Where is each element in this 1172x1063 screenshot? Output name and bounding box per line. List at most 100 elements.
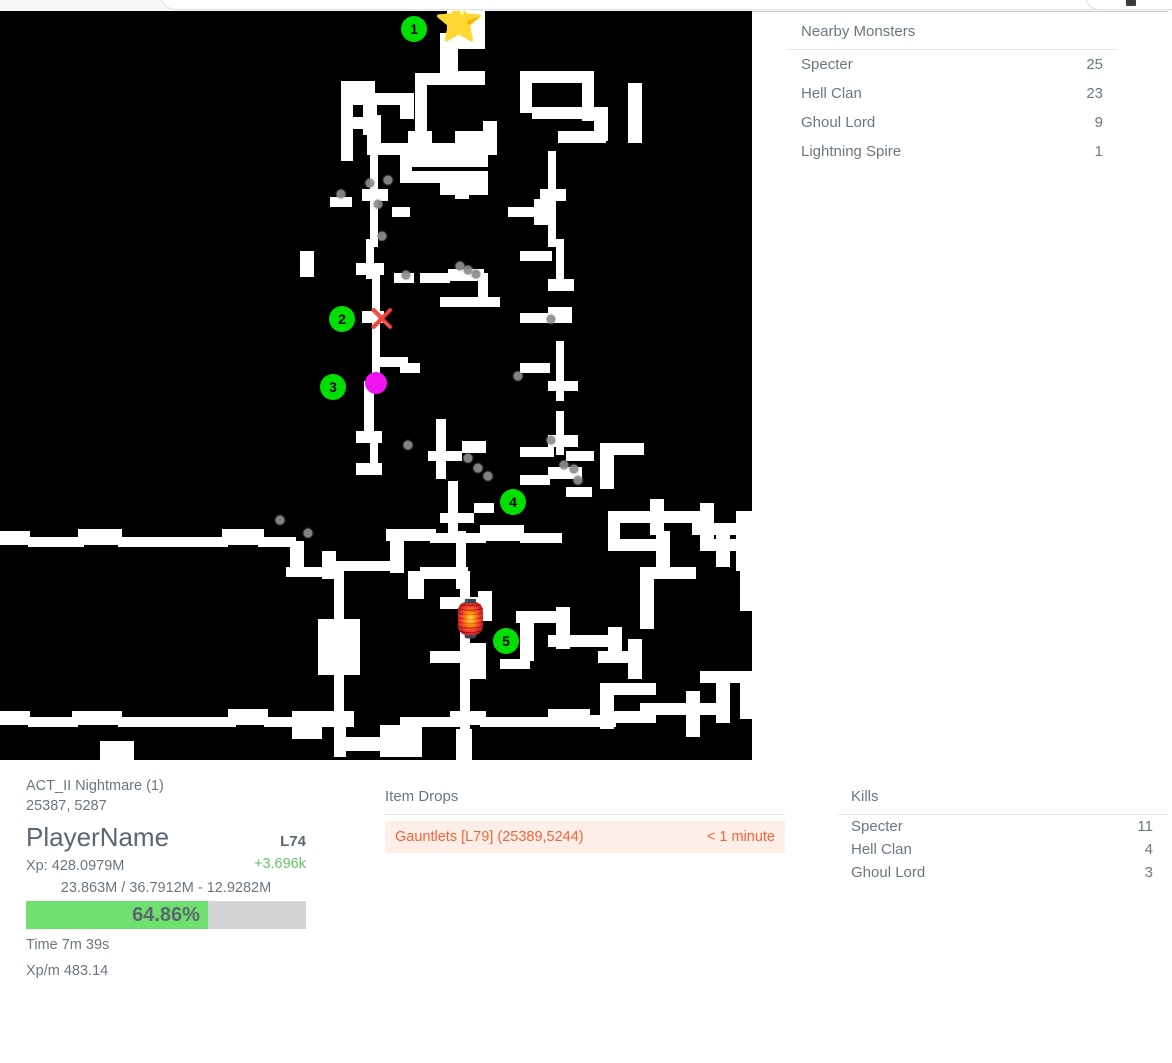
player-level: L74 xyxy=(280,833,306,850)
nearby-monsters-title: Nearby Monsters xyxy=(787,11,1117,50)
chest-icon[interactable]: 🏮 xyxy=(448,601,493,637)
map-wall-segment xyxy=(0,711,30,725)
monster-name: Ghoul Lord xyxy=(801,114,876,131)
player-coordinates: 25387, 5287 xyxy=(26,798,107,814)
monster-marker-icon: ⚫ xyxy=(272,511,288,532)
map-wall-segment xyxy=(440,71,485,85)
map-wall-segment xyxy=(341,81,353,117)
map-wall-segment xyxy=(78,529,122,545)
map-wall-segment xyxy=(392,207,410,217)
map-wall-segment xyxy=(440,183,488,195)
xp-detail: 23.863M / 36.7912M - 12.9282M xyxy=(60,880,272,896)
map-wall-segment xyxy=(532,107,596,119)
kill-monster-name: Specter xyxy=(851,818,903,835)
map-wall-segment xyxy=(318,619,360,675)
kill-monster-name: Hell Clan xyxy=(851,841,912,858)
monster-marker-icon: ⚫ xyxy=(570,471,586,492)
xp-total: Xp: 428.0979M xyxy=(26,858,125,874)
nearby-monster-row: Hell Clan 23 xyxy=(787,79,1117,108)
automap-canvas[interactable]: ⚫ ⚫ ⚫ ⚫ ⚫ ⚫ ⚫ ⚫ ⚫ ⚫ ⚫ ⚫ ⚫ ⚫ ⚫ ⚫ ⚫ ⚫ ⚫ ⚫ ⚫ ⭐ ❌ 🏮 1 2 3 4 5 xyxy=(0,11,752,760)
nearby-monster-row: Ghoul Lord 9 xyxy=(787,108,1117,137)
map-wall-segment xyxy=(558,131,606,143)
monster-marker-icon: ⚫ xyxy=(480,467,496,488)
map-wall-segment xyxy=(556,715,616,727)
map-wall-segment xyxy=(628,83,642,143)
item-drops-list: Gauntlets [L79] (25389,5244) < 1 minute xyxy=(385,821,785,853)
map-wall-segment xyxy=(292,711,322,739)
map-wall-segment xyxy=(548,279,574,291)
map-marker-4[interactable]: 4 xyxy=(500,489,526,515)
map-wall-segment xyxy=(400,93,414,119)
map-wall-segment xyxy=(440,143,484,155)
map-wall-segment xyxy=(28,717,78,727)
map-wall-segment xyxy=(440,297,500,307)
monster-count: 25 xyxy=(1086,56,1103,73)
map-wall-segment xyxy=(483,121,497,155)
kills-title: Kills xyxy=(837,776,1167,815)
nearby-monster-row: Specter 25 xyxy=(787,50,1117,79)
xp-gain: +3.696k xyxy=(253,856,306,872)
map-wall-segment xyxy=(700,539,740,551)
monster-marker-icon: ⚫ xyxy=(300,524,316,545)
monster-marker-icon: ⚫ xyxy=(370,195,386,216)
map-wall-segment xyxy=(520,475,550,485)
map-wall-segment xyxy=(520,251,552,261)
map-wall-segment xyxy=(608,539,664,551)
map-wall-segment xyxy=(428,451,462,461)
map-wall-segment xyxy=(0,531,30,545)
kill-row: Specter 11 xyxy=(837,815,1167,838)
browser-toolbar-icon xyxy=(1126,0,1136,6)
kill-monster-name: Ghoul Lord xyxy=(851,864,926,881)
map-wall-segment xyxy=(600,451,614,489)
waypoint-icon[interactable]: ⭐ xyxy=(434,11,484,42)
town-portal-icon[interactable] xyxy=(365,372,387,394)
nearby-monsters-list: Specter 25 Hell Clan 23 Ghoul Lord 9 Lightning… xyxy=(787,50,1117,166)
monster-name: Hell Clan xyxy=(801,85,862,102)
map-wall-segment xyxy=(548,381,578,391)
map-wall-segment xyxy=(400,155,412,183)
map-wall-segment xyxy=(640,567,696,579)
map-wall-segment xyxy=(118,537,228,547)
map-wall-segment xyxy=(474,503,494,513)
map-wall-segment xyxy=(520,533,562,543)
item-drop-row[interactable]: Gauntlets [L79] (25389,5244) < 1 minute xyxy=(385,821,785,853)
map-wall-segment xyxy=(480,717,556,727)
browser-address-bar[interactable] xyxy=(160,0,1172,10)
map-marker-2[interactable]: 2 xyxy=(329,306,355,332)
monster-marker-icon: ⚫ xyxy=(333,185,349,206)
nearby-monster-row: Lightning Spire 1 xyxy=(787,137,1117,166)
player-stats-panel: ACT_II Nightmare (1) 25387, 5287 PlayerN… xyxy=(0,776,396,981)
map-wall-segment xyxy=(228,709,268,725)
area-name: ACT_II Nightmare (1) xyxy=(26,778,164,794)
map-wall-segment xyxy=(400,155,488,167)
player-row: PlayerName L74 xyxy=(26,821,306,853)
map-marker-1[interactable]: 1 xyxy=(401,16,427,42)
map-wall-segment xyxy=(480,525,524,541)
monster-marker-icon: ⚫ xyxy=(374,227,390,248)
kill-count: 11 xyxy=(1137,818,1153,835)
item-drop-time: < 1 minute xyxy=(706,829,775,845)
map-marker-3[interactable]: 3 xyxy=(320,374,346,400)
elapsed-time: Time 7m 39s xyxy=(26,937,110,953)
monster-count: 23 xyxy=(1086,85,1103,102)
map-wall-segment xyxy=(400,363,420,373)
map-wall-segment xyxy=(520,71,532,113)
map-wall-segment xyxy=(28,537,84,547)
map-wall-segment xyxy=(470,643,486,679)
monster-marker-icon: ⚫ xyxy=(380,171,396,192)
monster-count: 9 xyxy=(1094,114,1103,131)
map-wall-segment xyxy=(334,561,394,571)
map-wall-segment xyxy=(740,671,752,719)
map-wall-segment xyxy=(556,341,564,401)
monster-marker-icon: ⚫ xyxy=(398,266,414,287)
window-right-edge xyxy=(1168,11,1172,1063)
map-wall-segment xyxy=(100,741,134,760)
map-marker-5[interactable]: 5 xyxy=(493,628,519,654)
monster-name: Specter xyxy=(801,56,853,73)
monster-marker-icon: ⚫ xyxy=(468,265,484,286)
corpse-marker-icon[interactable]: ❌ xyxy=(370,310,394,329)
nearby-monsters-panel: Nearby Monsters Specter 25 Hell Clan 23 Ghou… xyxy=(787,11,1117,166)
monster-marker-icon: ⚫ xyxy=(543,431,559,452)
monster-marker-icon: ⚫ xyxy=(543,310,559,331)
item-drops-title: Item Drops xyxy=(385,776,785,815)
